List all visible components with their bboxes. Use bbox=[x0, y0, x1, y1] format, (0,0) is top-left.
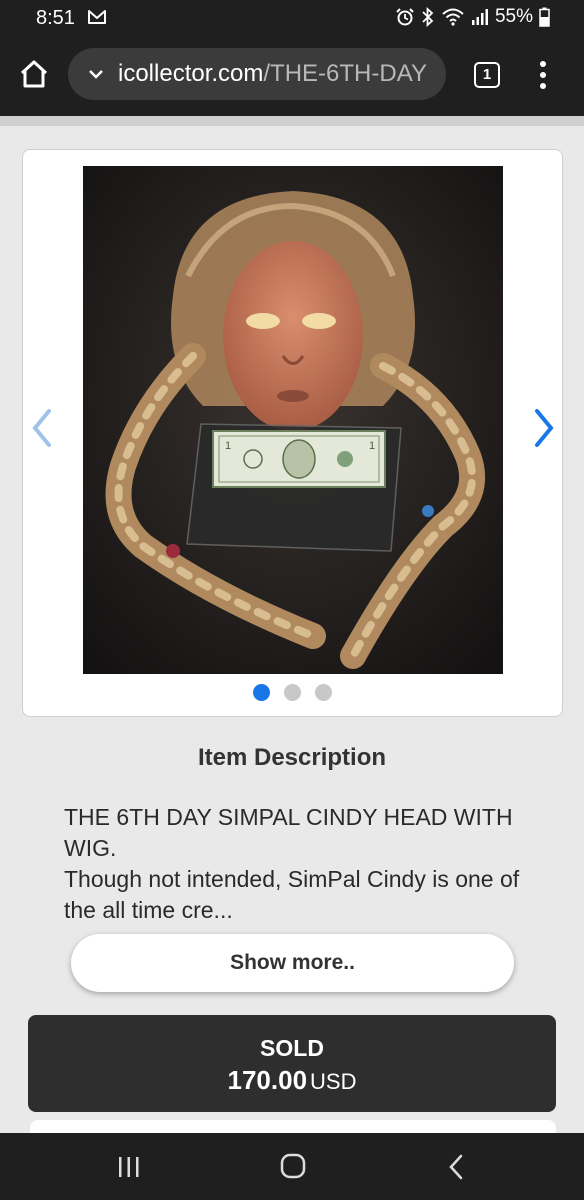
next-image-arrow[interactable] bbox=[531, 405, 557, 451]
bluetooth-icon bbox=[422, 7, 434, 27]
header-shade bbox=[0, 116, 584, 126]
gmail-icon bbox=[88, 10, 106, 24]
more-options-icon[interactable] bbox=[534, 58, 552, 92]
url-path: /THE-6TH-DAY bbox=[263, 60, 427, 87]
sold-status: SOLD bbox=[260, 1035, 324, 1061]
status-bar: 8:51 55% bbox=[0, 0, 584, 36]
status-icons: 55% bbox=[395, 6, 550, 28]
alarm-icon bbox=[396, 8, 414, 26]
svg-text:1: 1 bbox=[225, 440, 231, 452]
recent-apps-icon[interactable] bbox=[116, 1154, 142, 1180]
gallery-dot-3[interactable] bbox=[315, 684, 332, 701]
description-line-2: Though not intended, SimPal Cindy is one… bbox=[64, 866, 520, 923]
battery-percent: 55% bbox=[494, 6, 533, 27]
system-nav-bar bbox=[0, 1133, 584, 1200]
tab-switcher-button[interactable]: 1 bbox=[474, 62, 500, 88]
item-description-heading: Item Description bbox=[197, 744, 387, 771]
chevron-down-icon[interactable] bbox=[86, 64, 106, 84]
status-time: 8:51 bbox=[36, 7, 75, 29]
description-line-1: THE 6TH DAY SIMPAL CINDY HEAD WITH WIG. bbox=[64, 804, 513, 861]
home-icon[interactable] bbox=[16, 56, 52, 92]
item-photo[interactable]: 1 1 bbox=[83, 166, 503, 674]
gallery-dot-2[interactable] bbox=[284, 684, 301, 701]
wifi-icon bbox=[442, 8, 464, 26]
signal-icon bbox=[471, 9, 488, 25]
browser-toolbar: icollector.com/THE-6TH-DAY 1 bbox=[0, 36, 584, 116]
nav-back-icon[interactable] bbox=[444, 1152, 468, 1182]
svg-text:1: 1 bbox=[369, 440, 375, 452]
url-domain: icollector.com bbox=[118, 60, 264, 87]
show-more-button[interactable]: Show more.. bbox=[71, 934, 514, 992]
sold-price-box: SOLD 170.00 USD bbox=[28, 1015, 556, 1112]
image-gallery: 1 1 bbox=[22, 149, 563, 717]
previous-image-arrow[interactable] bbox=[29, 405, 55, 451]
item-description-text: THE 6TH DAY SIMPAL CINDY HEAD WITH WIG. … bbox=[64, 802, 524, 926]
nav-home-icon[interactable] bbox=[279, 1152, 307, 1180]
address-bar[interactable]: icollector.com/THE-6TH-DAY bbox=[68, 48, 446, 100]
price-amount: 170.00 bbox=[227, 1065, 308, 1095]
sold-price: 170.00 USD bbox=[28, 1065, 556, 1096]
gallery-dot-1[interactable] bbox=[253, 684, 270, 701]
battery-icon bbox=[539, 7, 550, 27]
url-text[interactable]: icollector.com/THE-6TH-DAY bbox=[118, 60, 427, 88]
gallery-pagination bbox=[23, 684, 562, 701]
price-currency: USD bbox=[310, 1069, 357, 1094]
